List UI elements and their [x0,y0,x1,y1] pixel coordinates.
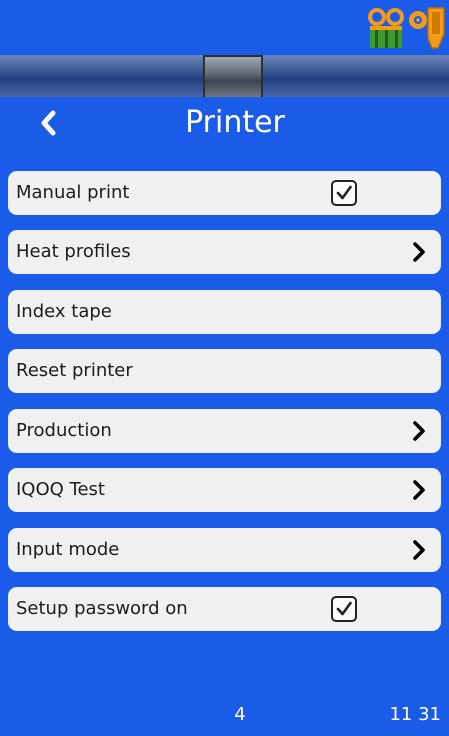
menu-item-label: Heat profiles [16,241,131,262]
menu-item-label: Input mode [16,539,120,560]
menu-item-label: Production [16,420,112,441]
toolbar-handle[interactable] [203,55,263,97]
back-button[interactable] [30,103,66,143]
menu-item-iqoq-test[interactable]: IQOQ Test [8,468,441,512]
menu-item-label: Manual print [16,182,130,203]
menu-item-reset-printer[interactable]: Reset printer [8,349,441,393]
footer-counter: 4 [234,704,246,725]
printer-head-icon [406,4,446,50]
menu-item-label: IQOQ Test [16,479,105,500]
menu-item-index-tape[interactable]: Index tape [8,290,441,334]
chevron-left-icon [41,110,56,136]
checkbox-checked-icon[interactable] [331,180,357,206]
menu-item-manual-print[interactable]: Manual print [8,171,441,215]
chevron-right-icon [413,540,425,560]
menu-item-setup-password-on[interactable]: Setup password on [8,587,441,631]
menu-item-heat-profiles[interactable]: Heat profiles [8,230,441,274]
menu-item-label: Reset printer [16,360,133,381]
menu-item-production[interactable]: Production [8,409,441,453]
footer-time: 11 31 [389,704,441,725]
chevron-right-icon [413,480,425,500]
page-title: Printer [185,105,285,140]
chevron-right-icon [413,421,425,441]
menu-item-label: Index tape [16,301,112,322]
menu-item-input-mode[interactable]: Input mode [8,528,441,572]
chevron-right-icon [413,242,425,262]
checkbox-checked-icon[interactable] [331,596,357,622]
tape-cassette-icon [368,8,404,48]
menu-item-label: Setup password on [16,598,188,619]
